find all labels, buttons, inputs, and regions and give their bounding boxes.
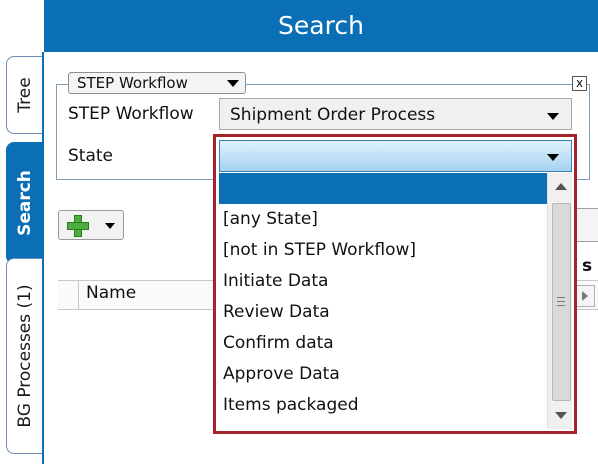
state-option[interactable]: [not in STEP Workflow] (219, 235, 547, 266)
state-options-list: [any State] [not in STEP Workflow] Initi… (219, 173, 547, 429)
chevron-down-icon (227, 80, 239, 87)
tab-bg-processes[interactable]: BG Processes (1) (6, 258, 43, 454)
chevron-down-icon (105, 223, 115, 229)
state-option[interactable]: Review Data (219, 297, 547, 328)
grip-line (557, 297, 565, 298)
grid-column-separator (78, 280, 79, 310)
tab-rail (42, 52, 44, 464)
plus-icon (67, 215, 89, 237)
scroll-up-icon[interactable] (555, 183, 567, 190)
chevron-right-icon[interactable] (575, 285, 595, 307)
workflow-label: STEP Workflow (68, 104, 194, 124)
add-criteria-button[interactable] (58, 210, 124, 240)
search-type-value: STEP Workflow (77, 74, 188, 92)
tab-tree[interactable]: Tree (6, 56, 43, 134)
search-type-select[interactable]: STEP Workflow (68, 72, 246, 94)
vertical-tab-strip: Tree Search BG Processes (1) (0, 52, 44, 464)
state-option[interactable]: Approve Data (219, 359, 547, 390)
grip-line (557, 301, 565, 302)
state-option[interactable]: [any State] (219, 204, 547, 235)
scroll-down-icon[interactable] (555, 412, 567, 419)
close-icon[interactable]: x (572, 76, 587, 91)
state-list-scrollbar[interactable] (547, 173, 572, 429)
state-option[interactable]: Confirm data (219, 328, 547, 359)
tab-bg-processes-label: BG Processes (1) (15, 284, 35, 428)
tab-tree-label: Tree (15, 77, 35, 113)
partial-toolbar-button[interactable] (575, 208, 598, 242)
workflow-select-value: Shipment Order Process (230, 105, 436, 125)
workflow-select[interactable]: Shipment Order Process (219, 98, 572, 130)
partial-header-text: s (582, 256, 593, 276)
page-title: Search (278, 11, 364, 40)
grip-line (557, 305, 565, 306)
column-header-name[interactable]: Name (86, 283, 136, 303)
state-option[interactable]: Items packaged (219, 390, 547, 421)
chevron-down-icon (547, 154, 559, 161)
state-select[interactable] (219, 140, 572, 172)
chevron-down-icon (547, 113, 559, 120)
state-option[interactable] (219, 173, 547, 204)
state-option[interactable]: Initiate Data (219, 266, 547, 297)
state-label: State (68, 146, 113, 166)
tab-search[interactable]: Search (6, 142, 43, 264)
scrollbar-thumb[interactable] (552, 203, 571, 401)
tab-search-label: Search (15, 170, 35, 236)
